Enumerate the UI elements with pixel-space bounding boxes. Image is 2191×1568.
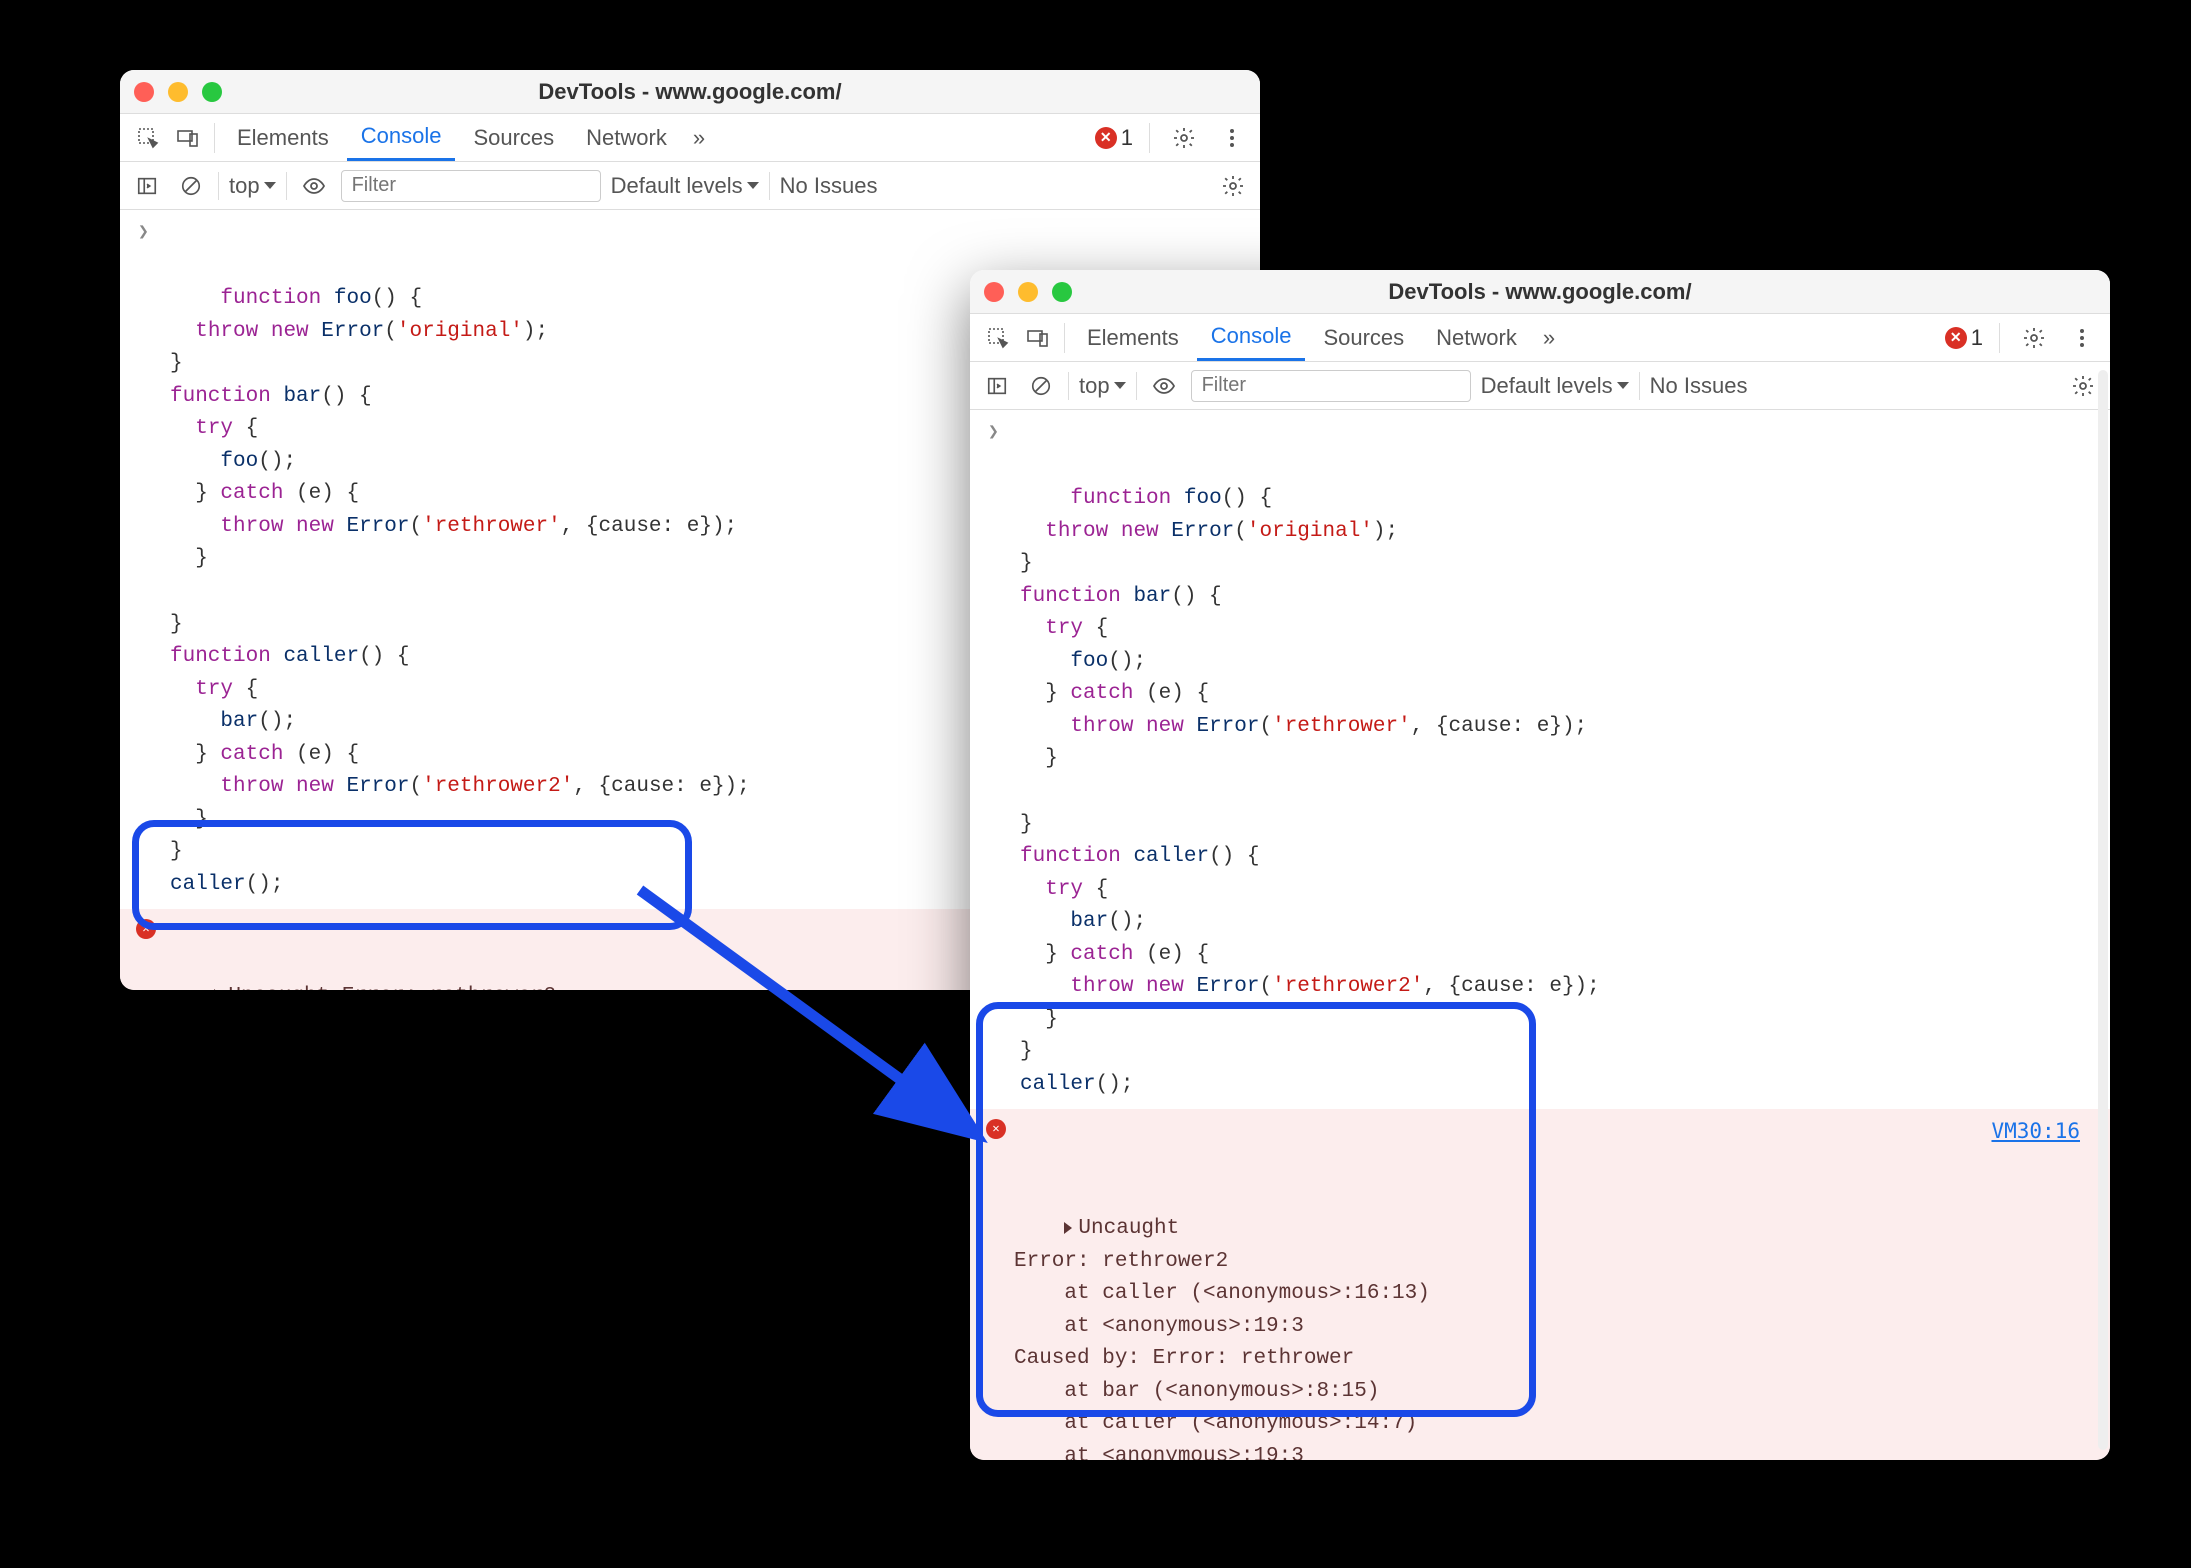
close-window-button[interactable] — [134, 82, 154, 102]
console-filterbar: top Default levels No Issues — [120, 162, 1260, 210]
console-filterbar: top Default levels No Issues — [970, 362, 2110, 410]
error-icon — [1095, 127, 1117, 149]
minimize-window-button[interactable] — [168, 82, 188, 102]
tab-elements[interactable]: Elements — [223, 114, 343, 161]
traffic-lights — [134, 82, 222, 102]
window-title: DevTools - www.google.com/ — [970, 279, 2110, 305]
log-level-selector[interactable]: Default levels — [611, 173, 759, 199]
window-title: DevTools - www.google.com/ — [120, 79, 1260, 105]
error-count: 1 — [1121, 125, 1133, 151]
tab-sources[interactable]: Sources — [459, 114, 568, 161]
context-selector[interactable]: top — [229, 173, 276, 199]
more-menu-kebab-icon[interactable] — [1214, 120, 1250, 156]
panel-tabbar: Elements Console Sources Network » 1 — [120, 114, 1260, 162]
settings-gear-icon[interactable] — [2016, 320, 2052, 356]
clear-console-icon[interactable] — [1024, 369, 1058, 403]
error-icon — [986, 1119, 1006, 1139]
error-icon — [1945, 327, 1967, 349]
tab-network[interactable]: Network — [572, 114, 681, 161]
error-count-badge[interactable]: 1 — [1095, 125, 1133, 151]
tab-network[interactable]: Network — [1422, 314, 1531, 361]
input-chevron-icon: ❯ — [988, 420, 999, 448]
console-settings-gear-icon[interactable] — [1216, 169, 1250, 203]
tab-console[interactable]: Console — [1197, 314, 1306, 361]
device-toolbar-icon[interactable] — [170, 120, 206, 156]
caret-down-icon — [747, 182, 759, 189]
tab-sources[interactable]: Sources — [1309, 314, 1418, 361]
scrollbar[interactable] — [2098, 370, 2108, 1450]
source-link[interactable]: VM30:16 — [1991, 1115, 2080, 1148]
tab-console[interactable]: Console — [347, 114, 456, 161]
context-selector[interactable]: top — [1079, 373, 1126, 399]
console-input-echo: ❯ function foo() { throw new Error('orig… — [970, 410, 2110, 1109]
more-tabs-chevron-icon[interactable]: » — [1535, 325, 1563, 351]
devtools-window-2: DevTools - www.google.com/ Elements Cons… — [970, 270, 2110, 1460]
console-body: ❯ function foo() { throw new Error('orig… — [970, 410, 2110, 1460]
caret-down-icon — [1617, 382, 1629, 389]
console-error-message[interactable]: VM30:16 Uncaught Error: rethrower2 at ca… — [970, 1109, 2110, 1460]
settings-gear-icon[interactable] — [1166, 120, 1202, 156]
toggle-drawer-icon[interactable] — [980, 369, 1014, 403]
tab-elements[interactable]: Elements — [1073, 314, 1193, 361]
live-expression-eye-icon[interactable] — [1147, 369, 1181, 403]
issues-label[interactable]: No Issues — [1650, 373, 1748, 399]
more-tabs-chevron-icon[interactable]: » — [685, 125, 713, 151]
minimize-window-button[interactable] — [1018, 282, 1038, 302]
error-icon — [136, 919, 156, 939]
live-expression-eye-icon[interactable] — [297, 169, 331, 203]
more-menu-kebab-icon[interactable] — [2064, 320, 2100, 356]
inspect-element-icon[interactable] — [130, 120, 166, 156]
log-level-selector[interactable]: Default levels — [1481, 373, 1629, 399]
titlebar: DevTools - www.google.com/ — [970, 270, 2110, 314]
maximize-window-button[interactable] — [1052, 282, 1072, 302]
error-count-badge[interactable]: 1 — [1945, 325, 1983, 351]
filter-input[interactable] — [1191, 370, 1471, 402]
traffic-lights — [984, 282, 1072, 302]
device-toolbar-icon[interactable] — [1020, 320, 1056, 356]
panel-tabbar: Elements Console Sources Network » 1 — [970, 314, 2110, 362]
clear-console-icon[interactable] — [174, 169, 208, 203]
filter-input[interactable] — [341, 170, 601, 202]
issues-label[interactable]: No Issues — [780, 173, 878, 199]
inspect-element-icon[interactable] — [980, 320, 1016, 356]
caret-down-icon — [264, 182, 276, 189]
console-settings-gear-icon[interactable] — [2066, 369, 2100, 403]
close-window-button[interactable] — [984, 282, 1004, 302]
error-count: 1 — [1971, 325, 1983, 351]
input-chevron-icon: ❯ — [138, 220, 149, 248]
titlebar: DevTools - www.google.com/ — [120, 70, 1260, 114]
caret-down-icon — [1114, 382, 1126, 389]
toggle-drawer-icon[interactable] — [130, 169, 164, 203]
maximize-window-button[interactable] — [202, 82, 222, 102]
